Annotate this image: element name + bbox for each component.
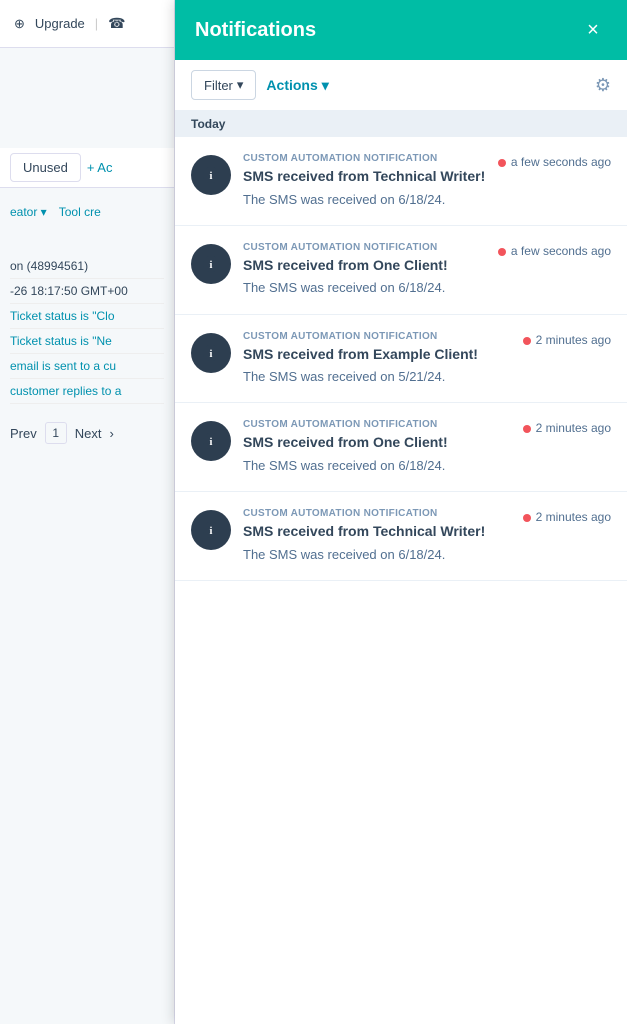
actions-label: Actions [266,77,317,93]
notification-item[interactable]: i CUSTOM AUTOMATION NOTIFICATION SMS rec… [175,403,627,492]
next-chevron[interactable]: › [109,426,113,441]
notification-headline: SMS received from One Client! [243,433,511,453]
notification-body: CUSTOM AUTOMATION NOTIFICATION SMS recei… [243,508,511,564]
svg-text:i: i [210,260,213,271]
filter-label: Filter [204,78,233,93]
notification-description: The SMS was received on 6/18/24. [243,279,486,297]
settings-gear-icon[interactable]: ⚙ [595,75,611,96]
background-panel: ⊕ Upgrade | ☎ Unused + Ac eator ▾ Tool c… [0,0,175,1024]
notification-type: CUSTOM AUTOMATION NOTIFICATION [243,242,486,253]
divider: | [95,16,98,31]
notification-item[interactable]: i CUSTOM AUTOMATION NOTIFICATION SMS rec… [175,492,627,581]
notification-icon: i [191,510,231,550]
notification-icon: i [191,421,231,461]
notification-icon: i [191,155,231,195]
upgrade-icon: ⊕ [14,16,25,32]
notification-meta: 2 minutes ago [523,331,611,347]
notification-time: 2 minutes ago [536,421,611,435]
unread-dot [523,514,531,522]
unread-dot [498,159,506,167]
notification-headline: SMS received from Example Client! [243,345,511,365]
upgrade-button[interactable]: Upgrade [35,16,85,31]
unused-tab[interactable]: Unused [10,153,81,182]
notification-type: CUSTOM AUTOMATION NOTIFICATION [243,419,511,430]
notification-body: CUSTOM AUTOMATION NOTIFICATION SMS recei… [243,419,511,475]
svg-text:i: i [210,437,213,448]
notification-meta: a few seconds ago [498,242,611,258]
notification-meta: a few seconds ago [498,153,611,169]
svg-text:i: i [210,171,213,182]
notification-time: 2 minutes ago [536,333,611,347]
notification-headline: SMS received from One Client! [243,256,486,276]
info-icon: i [202,344,220,362]
svg-text:i: i [210,348,213,359]
notifications-panel: Notifications × Filter ▾ Actions ▾ ⚙ Tod… [175,0,627,1024]
unread-dot [498,248,506,256]
unread-dot [523,337,531,345]
notification-description: The SMS was received on 5/21/24. [243,368,511,386]
notification-headline: SMS received from Technical Writer! [243,522,511,542]
notification-type: CUSTOM AUTOMATION NOTIFICATION [243,331,511,342]
notification-body: CUSTOM AUTOMATION NOTIFICATION SMS recei… [243,242,486,298]
notification-time: 2 minutes ago [536,510,611,524]
tool-row: eator ▾ Tool cre [0,196,174,228]
toolbar: Filter ▾ Actions ▾ ⚙ [175,60,627,111]
notification-time: a few seconds ago [511,244,611,258]
notification-headline: SMS received from Technical Writer! [243,167,486,187]
actions-chevron-icon: ▾ [322,77,329,94]
background-list: on (48994561) -26 18:17:50 GMT+00 Ticket… [0,248,174,410]
info-icon: i [202,255,220,273]
top-bar: ⊕ Upgrade | ☎ [0,0,174,48]
list-item-4[interactable]: Ticket status is "Ne [10,329,164,354]
notifications-list[interactable]: i CUSTOM AUTOMATION NOTIFICATION SMS rec… [175,137,627,1024]
add-tab-button[interactable]: + Ac [87,160,113,175]
notification-icon: i [191,333,231,373]
notification-item[interactable]: i CUSTOM AUTOMATION NOTIFICATION SMS rec… [175,226,627,315]
list-item-5[interactable]: email is sent to a cu [10,354,164,379]
filter-button[interactable]: Filter ▾ [191,70,256,100]
panel-title: Notifications [195,19,316,42]
notification-body: CUSTOM AUTOMATION NOTIFICATION SMS recei… [243,153,486,209]
notification-icon: i [191,244,231,284]
tool-creator-label: Tool cre [59,205,101,219]
page-number[interactable]: 1 [45,422,67,444]
list-item-2: -26 18:17:50 GMT+00 [10,279,164,304]
notification-item[interactable]: i CUSTOM AUTOMATION NOTIFICATION SMS rec… [175,315,627,404]
pagination: Prev 1 Next › [0,414,174,452]
info-icon: i [202,521,220,539]
info-icon: i [202,166,220,184]
list-item-1[interactable]: on (48994561) [10,254,164,279]
notification-meta: 2 minutes ago [523,508,611,524]
notification-description: The SMS was received on 6/18/24. [243,191,486,209]
list-item-3[interactable]: Ticket status is "Clo [10,304,164,329]
notification-item[interactable]: i CUSTOM AUTOMATION NOTIFICATION SMS rec… [175,137,627,226]
info-icon: i [202,432,220,450]
notification-meta: 2 minutes ago [523,419,611,435]
notification-time: a few seconds ago [511,155,611,169]
next-button[interactable]: Next [75,426,102,441]
notification-type: CUSTOM AUTOMATION NOTIFICATION [243,508,511,519]
notification-description: The SMS was received on 6/18/24. [243,546,511,564]
tab-bar: Unused + Ac [0,148,174,188]
prev-button[interactable]: Prev [10,426,37,441]
unread-dot [523,425,531,433]
section-today: Today [175,111,627,137]
filter-chevron-icon: ▾ [237,77,244,93]
actions-button[interactable]: Actions ▾ [266,77,328,94]
svg-text:i: i [210,526,213,537]
tab-row: Unused + Ac [0,148,174,188]
notification-body: CUSTOM AUTOMATION NOTIFICATION SMS recei… [243,331,511,387]
phone-icon: ☎ [108,15,125,32]
notification-description: The SMS was received on 6/18/24. [243,457,511,475]
list-item-6[interactable]: customer replies to a [10,379,164,404]
notification-type: CUSTOM AUTOMATION NOTIFICATION [243,153,486,164]
close-button[interactable]: × [579,16,607,44]
creator-dropdown[interactable]: eator ▾ [10,205,47,219]
panel-header: Notifications × [175,0,627,60]
